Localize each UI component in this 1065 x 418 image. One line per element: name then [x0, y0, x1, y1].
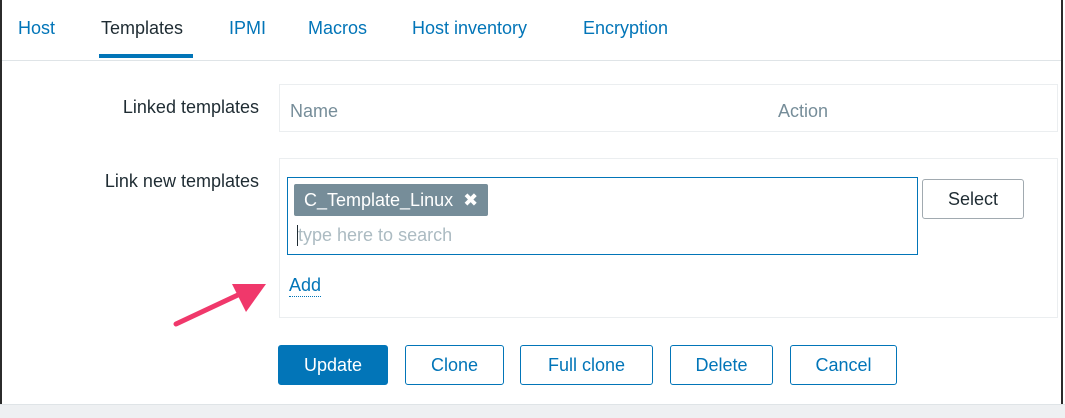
- name-column-header: Name: [290, 101, 339, 121]
- link-new-templates-label: Link new templates: [104, 171, 259, 191]
- action-column-header: Action: [778, 101, 829, 121]
- add-link[interactable]: Add: [289, 275, 322, 297]
- cancel-button[interactable]: Cancel: [790, 345, 897, 385]
- template-search-input[interactable]: [298, 223, 898, 247]
- update-button[interactable]: Update: [278, 345, 388, 385]
- pointer-arrow-icon: [173, 284, 266, 327]
- template-multiselect[interactable]: C_Template_Linux ✖: [287, 177, 918, 255]
- select-button[interactable]: Select: [922, 179, 1024, 219]
- footer-strip: [0, 404, 1065, 418]
- tab-encryption[interactable]: Encryption: [583, 18, 668, 39]
- chip-label: C_Template_Linux: [304, 190, 454, 210]
- delete-button[interactable]: Delete: [670, 345, 773, 385]
- linked-templates-label: Linked templates: [122, 97, 259, 117]
- tab-macros[interactable]: Macros: [308, 18, 367, 39]
- close-icon[interactable]: ✖: [463, 184, 478, 216]
- tab-host[interactable]: Host: [18, 18, 55, 39]
- linked-templates-table: Name Action: [279, 84, 1058, 132]
- tab-ipmi[interactable]: IPMI: [229, 18, 266, 39]
- full-clone-button[interactable]: Full clone: [520, 345, 653, 385]
- tab-bar: Host Templates IPMI Macros Host inventor…: [2, 0, 1061, 61]
- selected-template-chip: C_Template_Linux ✖: [294, 184, 489, 216]
- clone-button[interactable]: Clone: [405, 345, 504, 385]
- tab-templates[interactable]: Templates: [98, 18, 194, 58]
- tab-host-inventory[interactable]: Host inventory: [412, 18, 527, 39]
